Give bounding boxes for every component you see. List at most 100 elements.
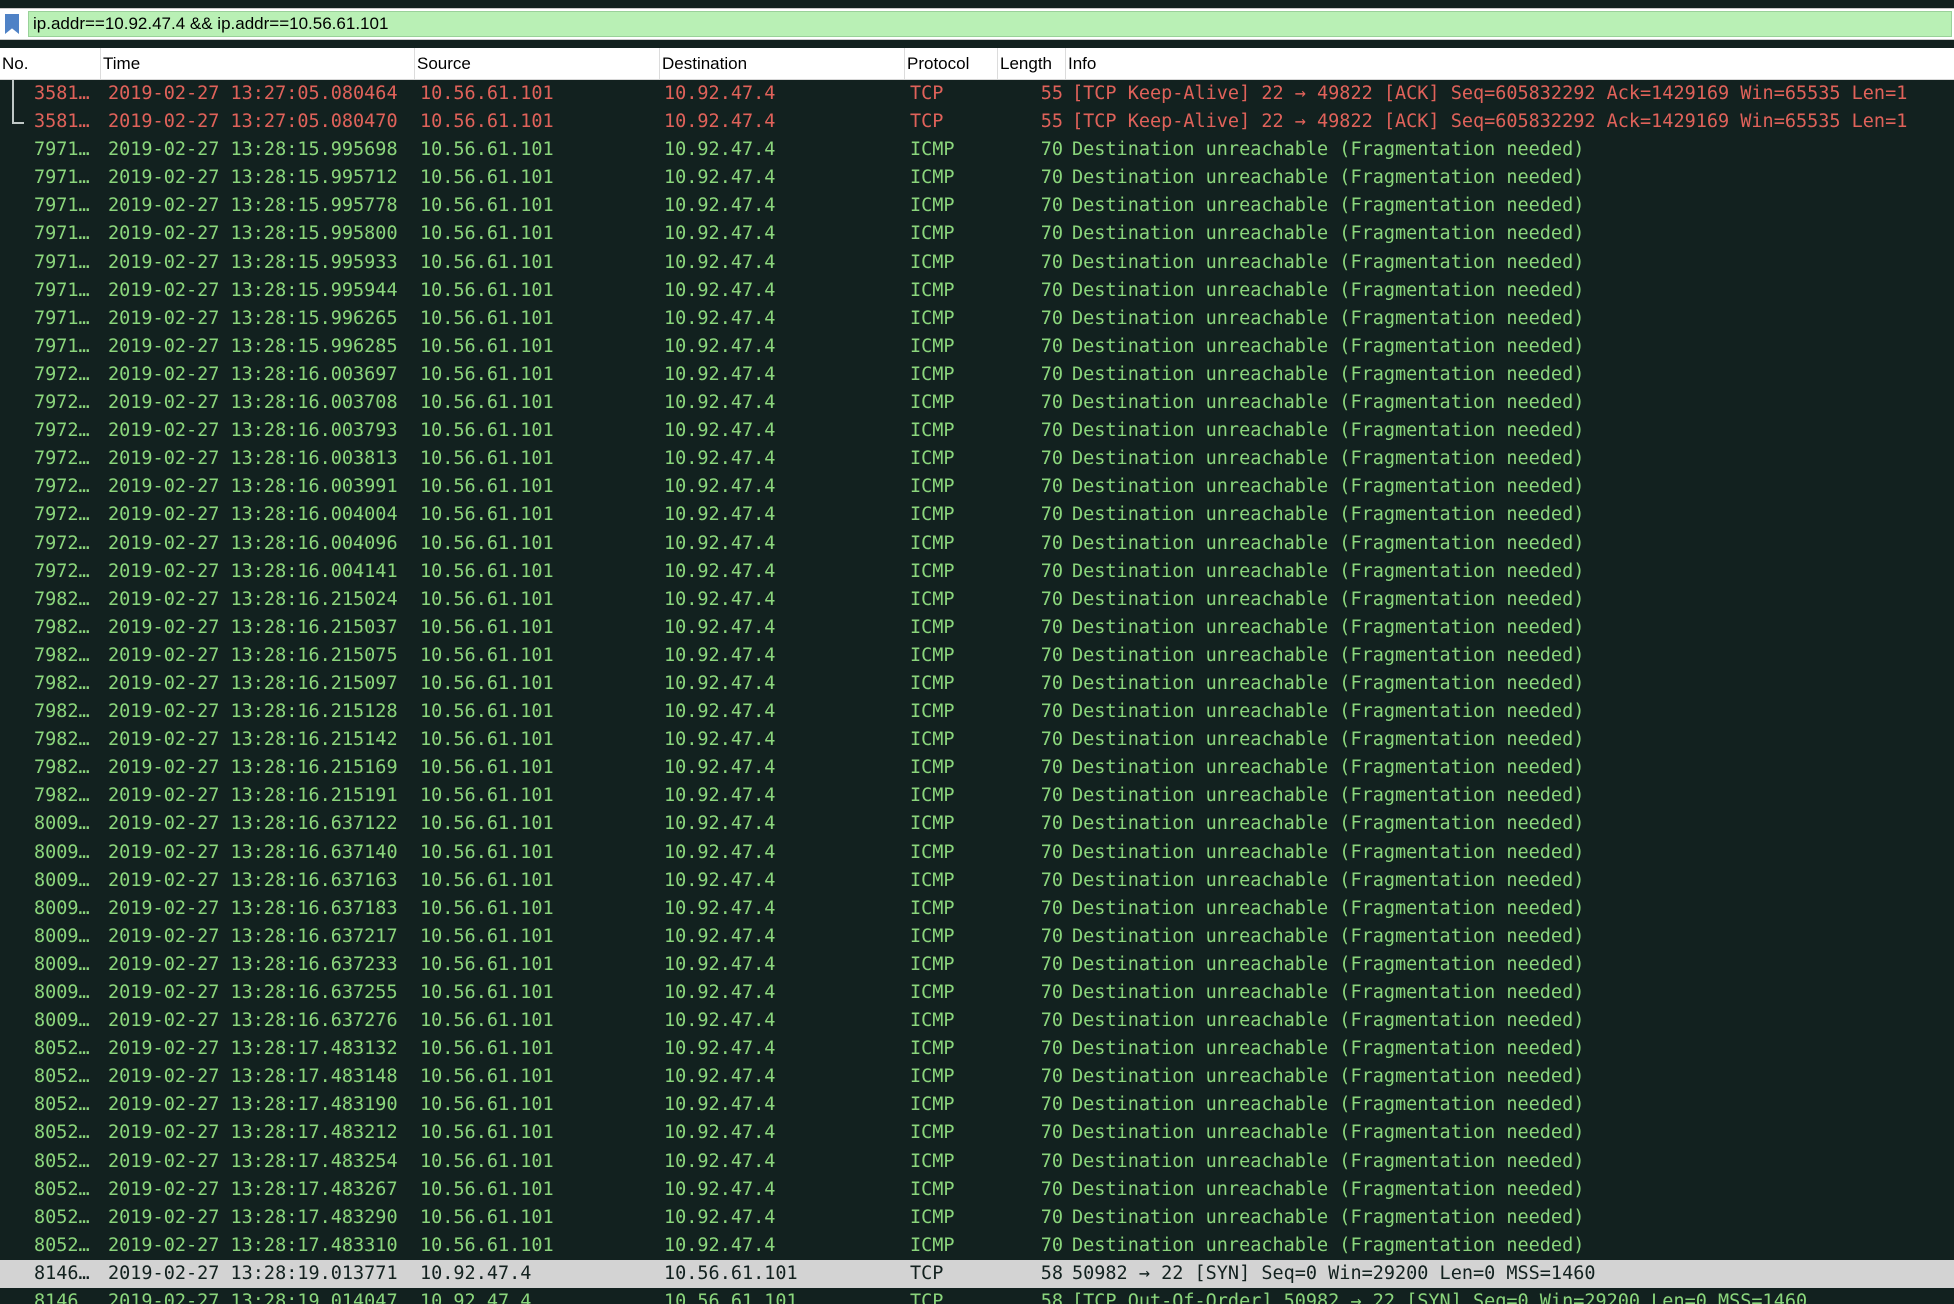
table-row[interactable]: 7971… 2019-02-27 13:28:15.996265 10.56.61.…: [0, 305, 1954, 333]
packet-length: 70: [1040, 729, 1063, 751]
packet-length: 70: [1040, 588, 1063, 610]
packet-protocol: ICMP: [910, 897, 955, 919]
packet-source: 10.56.61.101: [420, 111, 554, 133]
table-row[interactable]: 7982… 2019-02-27 13:28:16.215037 10.56.61.…: [0, 614, 1954, 642]
packet-protocol: ICMP: [910, 1234, 955, 1256]
table-row[interactable]: 8052… 2019-02-27 13:28:17.483267 10.56.61.…: [0, 1176, 1954, 1204]
packet-time: 2019-02-27 13:28:17.483148: [108, 1066, 398, 1088]
packet-number: 7971…: [34, 251, 90, 273]
packet-length: 70: [1040, 785, 1063, 807]
table-row[interactable]: 7971… 2019-02-27 13:28:15.995944 10.56.61.…: [0, 277, 1954, 305]
packet-destination: 10.92.47.4: [664, 111, 776, 133]
table-row[interactable]: 8009… 2019-02-27 13:28:16.637183 10.56.61.…: [0, 895, 1954, 923]
packet-info: Destination unreachable (Fragmentation n…: [1072, 813, 1585, 835]
packet-info: Destination unreachable (Fragmentation n…: [1072, 841, 1585, 863]
packet-length: 58: [1040, 1291, 1063, 1304]
packet-source: 10.56.61.101: [420, 1038, 554, 1060]
column-header-info[interactable]: Info: [1066, 48, 1954, 79]
column-header-no[interactable]: No.: [0, 48, 101, 79]
table-row[interactable]: 8009… 2019-02-27 13:28:16.637140 10.56.61.…: [0, 839, 1954, 867]
table-row[interactable]: 3581… 2019-02-27 13:27:05.080464 10.56.61.…: [0, 80, 1954, 108]
table-row[interactable]: 7982… 2019-02-27 13:28:16.215169 10.56.61.…: [0, 754, 1954, 782]
packet-time: 2019-02-27 13:28:15.995933: [108, 251, 398, 273]
table-row[interactable]: 8009… 2019-02-27 13:28:16.637276 10.56.61.…: [0, 1007, 1954, 1035]
table-row[interactable]: 8052… 2019-02-27 13:28:17.483212 10.56.61.…: [0, 1119, 1954, 1147]
table-row[interactable]: 7982… 2019-02-27 13:28:16.215191 10.56.61.…: [0, 782, 1954, 810]
column-header-destination[interactable]: Destination: [660, 48, 905, 79]
packet-protocol: ICMP: [910, 785, 955, 807]
table-row[interactable]: 7982… 2019-02-27 13:28:16.215024 10.56.61.…: [0, 586, 1954, 614]
packet-info: Destination unreachable (Fragmentation n…: [1072, 1178, 1585, 1200]
table-row[interactable]: 8052… 2019-02-27 13:28:17.483290 10.56.61.…: [0, 1204, 1954, 1232]
table-row[interactable]: 7971… 2019-02-27 13:28:15.995712 10.56.61.…: [0, 164, 1954, 192]
table-row[interactable]: 8009… 2019-02-27 13:28:16.637122 10.56.61.…: [0, 810, 1954, 838]
table-row[interactable]: 8146… 2019-02-27 13:28:19.014047 10.92.47.…: [0, 1288, 1954, 1304]
table-row[interactable]: 8052… 2019-02-27 13:28:17.483132 10.56.61.…: [0, 1035, 1954, 1063]
packet-destination: 10.92.47.4: [664, 1206, 776, 1228]
table-row[interactable]: 7972… 2019-02-27 13:28:16.004096 10.56.61.…: [0, 530, 1954, 558]
packet-source: 10.56.61.101: [420, 560, 554, 582]
column-header-time[interactable]: Time: [101, 48, 415, 79]
packet-time: 2019-02-27 13:28:15.995778: [108, 195, 398, 217]
table-row[interactable]: 7971… 2019-02-27 13:28:15.995698 10.56.61.…: [0, 136, 1954, 164]
packet-destination: 10.56.61.101: [664, 1291, 798, 1304]
table-row[interactable]: 7972… 2019-02-27 13:28:16.003991 10.56.61.…: [0, 473, 1954, 501]
packet-protocol: ICMP: [910, 139, 955, 161]
packet-source: 10.56.61.101: [420, 841, 554, 863]
column-header-length[interactable]: Length: [998, 48, 1066, 79]
table-row[interactable]: 8052… 2019-02-27 13:28:17.483310 10.56.61.…: [0, 1232, 1954, 1260]
packet-destination: 10.92.47.4: [664, 420, 776, 442]
table-row[interactable]: 8052… 2019-02-27 13:28:17.483254 10.56.61.…: [0, 1148, 1954, 1176]
column-header-source[interactable]: Source: [415, 48, 660, 79]
table-row[interactable]: 7972… 2019-02-27 13:28:16.004141 10.56.61.…: [0, 558, 1954, 586]
column-header-protocol[interactable]: Protocol: [905, 48, 998, 79]
display-filter-input[interactable]: ip.addr==10.92.47.4 && ip.addr==10.56.61…: [28, 11, 1952, 37]
packet-source: 10.56.61.101: [420, 476, 554, 498]
packet-destination: 10.92.47.4: [664, 1010, 776, 1032]
table-row[interactable]: 7972… 2019-02-27 13:28:16.003813 10.56.61.…: [0, 445, 1954, 473]
packet-info: Destination unreachable (Fragmentation n…: [1072, 1206, 1585, 1228]
table-row[interactable]: 7971… 2019-02-27 13:28:15.995778 10.56.61.…: [0, 192, 1954, 220]
packet-destination: 10.92.47.4: [664, 813, 776, 835]
packet-protocol: ICMP: [910, 1094, 955, 1116]
table-row[interactable]: 7982… 2019-02-27 13:28:16.215142 10.56.61.…: [0, 726, 1954, 754]
packet-info: Destination unreachable (Fragmentation n…: [1072, 476, 1585, 498]
packet-list[interactable]: 3581… 2019-02-27 13:27:05.080464 10.56.61.…: [0, 80, 1954, 1304]
table-row[interactable]: 8052… 2019-02-27 13:28:17.483148 10.56.61.…: [0, 1063, 1954, 1091]
bookmark-icon[interactable]: [5, 14, 19, 34]
table-row[interactable]: 8146… 2019-02-27 13:28:19.013771 10.92.47.…: [0, 1259, 1954, 1289]
packet-protocol: ICMP: [910, 392, 955, 414]
table-row[interactable]: 7972… 2019-02-27 13:28:16.004004 10.56.61.…: [0, 501, 1954, 529]
table-row[interactable]: 8009… 2019-02-27 13:28:16.637217 10.56.61.…: [0, 923, 1954, 951]
packet-destination: 10.92.47.4: [664, 195, 776, 217]
table-row[interactable]: 7982… 2019-02-27 13:28:16.215128 10.56.61.…: [0, 698, 1954, 726]
table-row[interactable]: 8009… 2019-02-27 13:28:16.637255 10.56.61.…: [0, 979, 1954, 1007]
table-row[interactable]: 7972… 2019-02-27 13:28:16.003708 10.56.61.…: [0, 389, 1954, 417]
packet-info: Destination unreachable (Fragmentation n…: [1072, 869, 1585, 891]
table-row[interactable]: 7971… 2019-02-27 13:28:15.996285 10.56.61.…: [0, 333, 1954, 361]
packet-time: 2019-02-27 13:28:16.215024: [108, 588, 398, 610]
packet-time: 2019-02-27 13:28:16.004004: [108, 504, 398, 526]
packet-protocol: ICMP: [910, 307, 955, 329]
table-row[interactable]: 7971… 2019-02-27 13:28:15.995933 10.56.61.…: [0, 249, 1954, 277]
table-row[interactable]: 7972… 2019-02-27 13:28:16.003697 10.56.61.…: [0, 361, 1954, 389]
packet-info: Destination unreachable (Fragmentation n…: [1072, 504, 1585, 526]
packet-source: 10.56.61.101: [420, 757, 554, 779]
packet-protocol: ICMP: [910, 701, 955, 723]
packet-length: 70: [1040, 420, 1063, 442]
packet-destination: 10.92.47.4: [664, 785, 776, 807]
packet-time: 2019-02-27 13:28:16.215142: [108, 729, 398, 751]
table-row[interactable]: 7982… 2019-02-27 13:28:16.215075 10.56.61.…: [0, 642, 1954, 670]
packet-source: 10.56.61.101: [420, 869, 554, 891]
table-row[interactable]: 3581… 2019-02-27 13:27:05.080470 10.56.61.…: [0, 108, 1954, 136]
table-row[interactable]: 7982… 2019-02-27 13:28:16.215097 10.56.61.…: [0, 670, 1954, 698]
table-row[interactable]: 8009… 2019-02-27 13:28:16.637163 10.56.61.…: [0, 867, 1954, 895]
table-row[interactable]: 7971… 2019-02-27 13:28:15.995800 10.56.61.…: [0, 220, 1954, 248]
packet-number: 7982…: [34, 672, 90, 694]
packet-number: 8009…: [34, 869, 90, 891]
table-row[interactable]: 8009… 2019-02-27 13:28:16.637233 10.56.61.…: [0, 951, 1954, 979]
table-row[interactable]: 8052… 2019-02-27 13:28:17.483190 10.56.61.…: [0, 1091, 1954, 1119]
packet-protocol: ICMP: [910, 925, 955, 947]
packet-destination: 10.92.47.4: [664, 167, 776, 189]
table-row[interactable]: 7972… 2019-02-27 13:28:16.003793 10.56.61.…: [0, 417, 1954, 445]
